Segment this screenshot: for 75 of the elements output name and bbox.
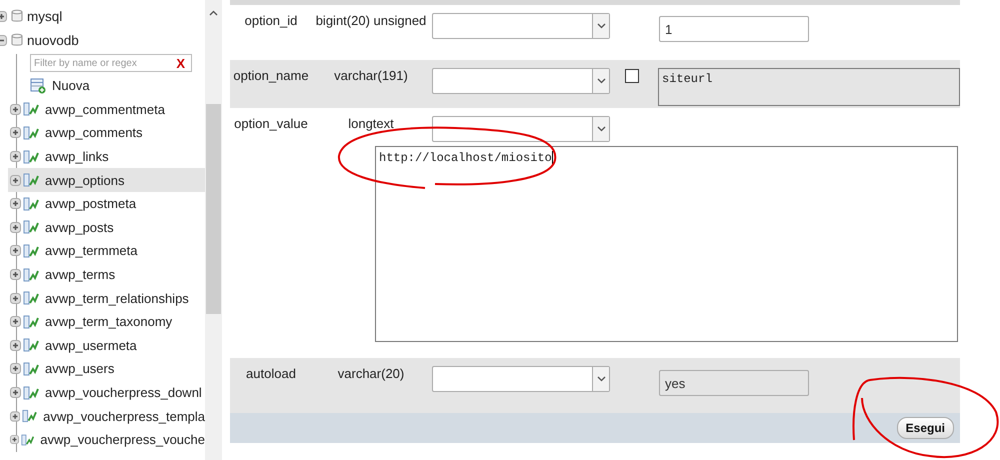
expand-icon[interactable]	[10, 316, 21, 328]
expand-icon[interactable]	[10, 410, 20, 422]
value-textarea[interactable]: siteurl	[658, 68, 960, 106]
null-checkbox[interactable]	[625, 69, 639, 83]
column-name: autoload	[245, 366, 297, 381]
expand-icon[interactable]	[10, 198, 21, 210]
table-name[interactable]: avwp_usermeta	[45, 338, 137, 353]
expand-icon[interactable]	[10, 127, 21, 138]
table-name[interactable]: avwp_voucherpress_vouche	[40, 432, 205, 448]
column-type: varchar(191)	[333, 68, 409, 83]
table-chart-icon	[23, 196, 39, 211]
table-name[interactable]: avwp_voucherpress_templa	[43, 408, 205, 424]
table-name[interactable]: avwp_commentmeta	[45, 102, 165, 117]
database-name[interactable]: mysql	[27, 8, 62, 24]
database-icon	[11, 9, 23, 23]
table-chart-icon	[23, 268, 39, 282]
table-name[interactable]: avwp_posts	[45, 220, 114, 235]
table-name[interactable]: avwp_term_taxonomy	[45, 314, 172, 330]
dropdown-caret-icon	[596, 23, 606, 29]
table-name[interactable]: avwp_links	[45, 149, 109, 164]
column-name: option_value	[233, 116, 309, 131]
expand-icon[interactable]	[10, 151, 21, 162]
expand-icon[interactable]	[10, 340, 21, 351]
database-name[interactable]: nuovodb	[27, 32, 79, 48]
dropdown-caret-icon	[596, 78, 606, 84]
column-type: varchar(20)	[336, 366, 406, 381]
table-chart-icon	[23, 220, 39, 234]
table-chart-icon	[23, 173, 39, 188]
expand-icon[interactable]	[10, 245, 21, 256]
scrollbar-thumb[interactable]	[206, 104, 221, 314]
new-table-icon	[30, 78, 46, 94]
table-chart-icon	[23, 150, 39, 164]
expand-icon[interactable]	[10, 434, 20, 446]
column-name: option_name	[232, 68, 310, 83]
expand-icon[interactable]	[10, 174, 21, 186]
scrollbar[interactable]	[205, 0, 222, 460]
scroll-up-icon[interactable]	[209, 10, 218, 16]
dropdown-caret-icon	[596, 126, 606, 132]
table-chart-icon	[23, 244, 39, 258]
table-name[interactable]: avwp_postmeta	[45, 196, 136, 212]
clear-filter-button[interactable]: X	[176, 56, 185, 70]
table-name[interactable]: avwp_terms	[45, 267, 116, 282]
expand-icon[interactable]	[10, 387, 21, 398]
function-select[interactable]	[432, 116, 610, 142]
column-type: longtext	[347, 116, 395, 131]
table-chart-icon	[21, 432, 34, 447]
table-chart-icon	[23, 126, 39, 140]
dropdown-caret-icon	[596, 376, 606, 382]
table-name[interactable]: Nuova	[52, 78, 90, 94]
database-icon	[11, 33, 23, 47]
submit-button[interactable]: Esegui	[896, 417, 954, 439]
value-field[interactable]: yes	[659, 370, 809, 396]
table-chart-icon	[23, 291, 39, 306]
table-chart-icon	[23, 362, 39, 376]
table-name[interactable]: avwp_comments	[45, 125, 143, 140]
expand-icon[interactable]	[10, 222, 21, 233]
table-name[interactable]: avwp_voucherpress_downl	[45, 385, 202, 400]
filter-field[interactable]: Filter by name or regex X	[30, 54, 192, 72]
table-name[interactable]: avwp_term_relationships	[45, 290, 189, 306]
value-textarea[interactable]: http://localhost/miosito	[375, 146, 958, 342]
table-chart-icon	[23, 314, 39, 329]
column-name: option_id	[244, 13, 298, 28]
table-chart-icon	[23, 338, 39, 352]
table-chart-icon	[23, 386, 39, 400]
value-field[interactable]: 1	[659, 16, 809, 42]
expand-icon[interactable]	[10, 363, 21, 374]
expand-icon[interactable]	[10, 269, 21, 280]
table-name[interactable]: avwp_users	[45, 361, 114, 376]
expand-icon[interactable]	[10, 292, 21, 304]
column-type: bigint(20) unsigned	[314, 13, 428, 28]
table-chart-icon	[23, 102, 39, 116]
selected-table-row[interactable]: avwp_options	[8, 168, 205, 192]
table-name[interactable]: avwp_termmeta	[45, 243, 138, 258]
table-chart-icon	[22, 409, 38, 424]
expand-icon[interactable]	[10, 104, 21, 115]
